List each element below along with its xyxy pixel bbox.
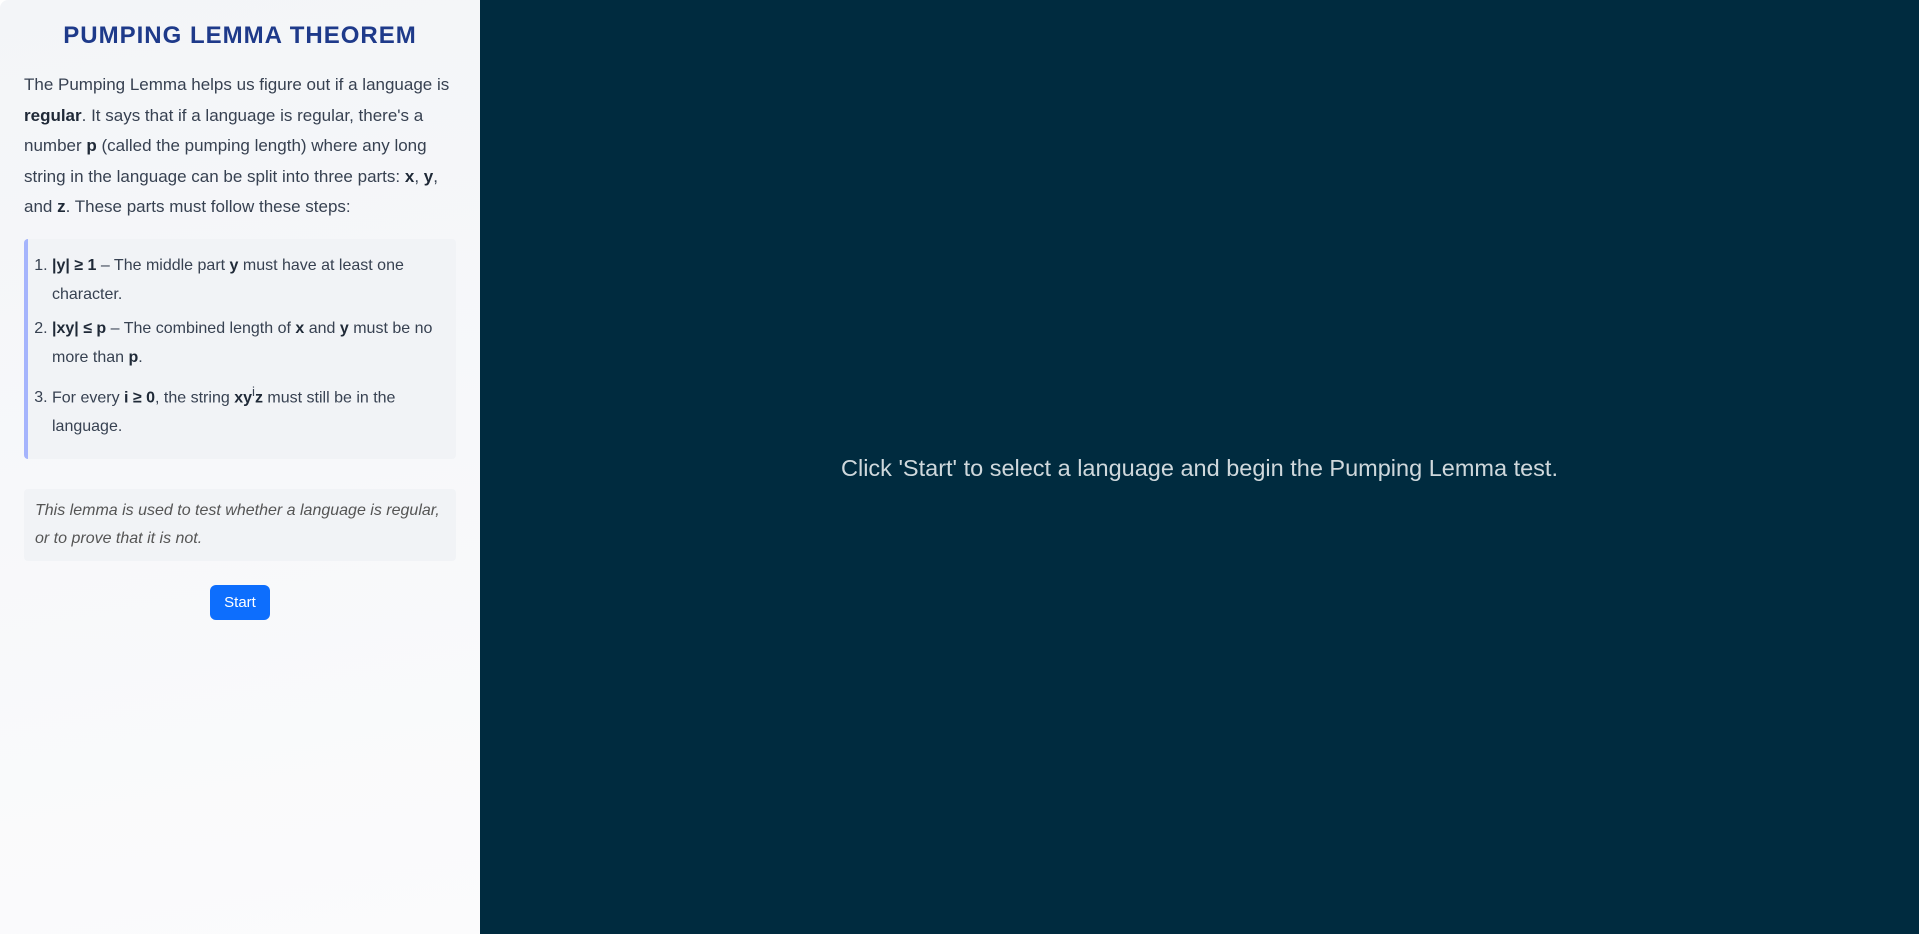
step-bold: xy [234,388,252,406]
step-text: For every [52,388,125,406]
step-bold: z [254,388,263,406]
steps-list: |y| ≥ 1 – The middle part y must have at… [32,251,444,441]
intro-text: The Pumping Lemma helps us figure out if… [24,75,450,94]
step-bold: |xy| ≤ p [52,319,107,337]
step-item-1: |y| ≥ 1 – The middle part y must have at… [52,251,444,309]
start-button[interactable]: Start [210,584,270,620]
start-prompt: Click 'Start' to select a language and b… [841,454,1558,481]
step-item-3: For every i ≥ 0, the string xyiz must st… [52,377,444,441]
step-bold: p [128,348,139,366]
intro-bold: p [86,136,97,155]
step-bold: y [339,319,349,337]
step-text: , the string [155,388,235,406]
step-text: and [304,319,340,337]
intro-text: . These parts must follow these steps: [65,197,351,216]
sidebar: PUMPING LEMMA THEOREM The Pumping Lemma … [0,0,480,934]
intro-paragraph: The Pumping Lemma helps us figure out if… [24,70,456,223]
step-bold: i ≥ 0 [124,388,156,406]
note-box: This lemma is used to test whether a lan… [24,488,456,561]
step-bold: |y| ≥ 1 [52,256,97,274]
intro-text: , [414,166,424,186]
main-panel: Click 'Start' to select a language and b… [480,0,1919,934]
step-bold: x [295,319,305,337]
step-item-2: |xy| ≤ p – The combined length of x and … [52,314,444,372]
intro-bold: x [404,166,415,186]
intro-bold: z [57,197,66,216]
step-text: – The middle part [96,256,230,274]
start-row: Start [24,584,456,620]
intro-bold: regular [24,105,82,125]
steps-box: |y| ≥ 1 – The middle part y must have at… [24,238,456,459]
app-root: PUMPING LEMMA THEOREM The Pumping Lemma … [0,0,1919,934]
step-text: – The combined length of [106,319,296,337]
page-title: PUMPING LEMMA THEOREM [63,22,417,49]
step-text: . [138,348,143,366]
intro-bold: y [423,166,434,186]
